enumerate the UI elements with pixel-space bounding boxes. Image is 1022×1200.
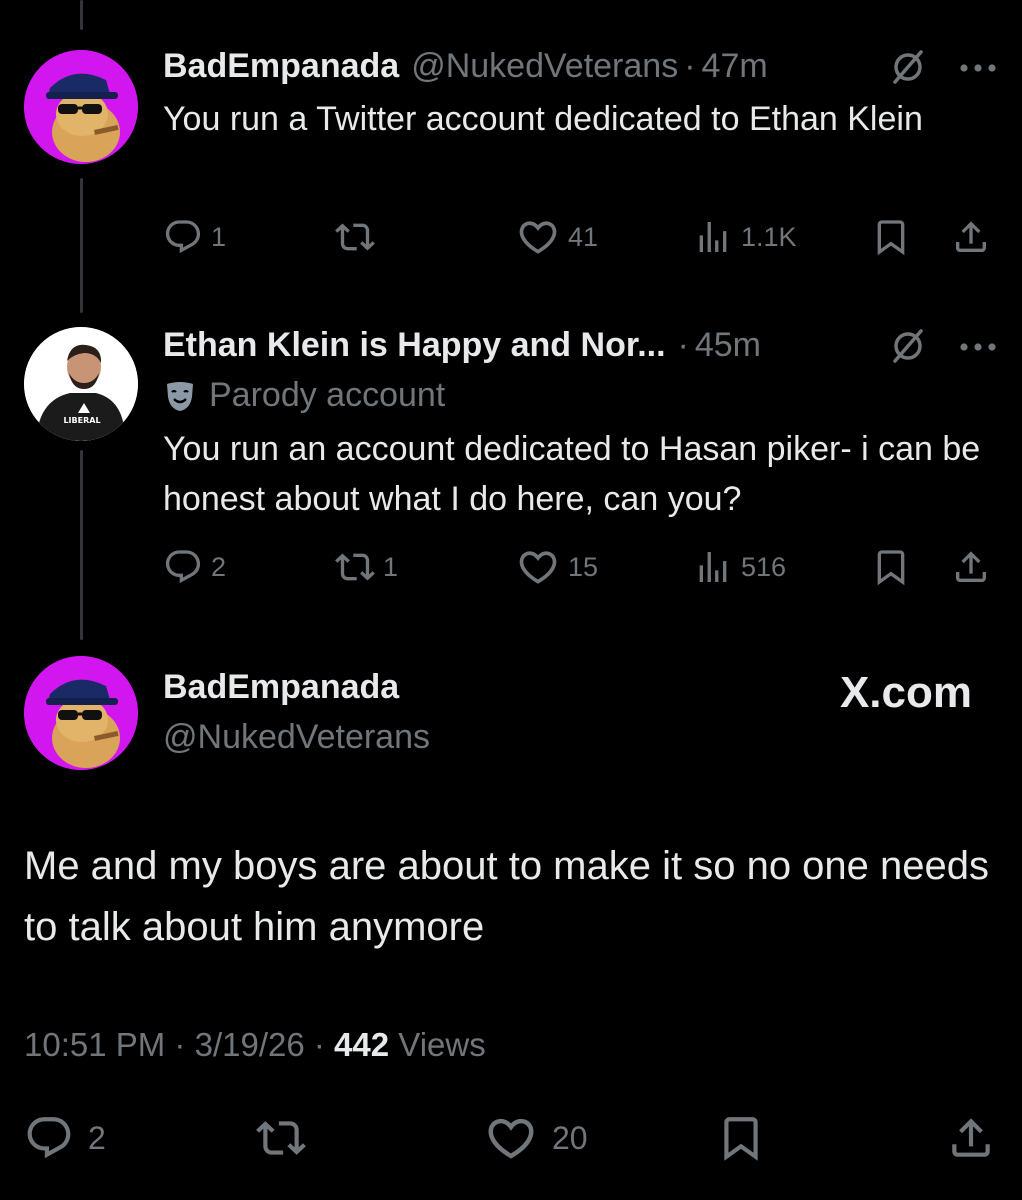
reply-count: 1	[211, 221, 227, 252]
like-count: 41	[568, 221, 599, 252]
avatar[interactable]	[24, 50, 138, 164]
author-handle[interactable]: @NukedVeterans	[411, 47, 678, 86]
reply-button[interactable]: 2	[24, 1112, 106, 1164]
tweet-text: You run an account dedicated to Hasan pi…	[163, 430, 981, 518]
retweet-icon	[335, 553, 375, 581]
reply-count: 2	[88, 1119, 106, 1156]
tweet-actions: 2 20	[24, 1112, 999, 1164]
like-count: 20	[552, 1119, 588, 1156]
post-date[interactable]: 3/19/26	[195, 1026, 305, 1063]
share-button[interactable]	[951, 545, 991, 589]
reply-icon	[27, 1117, 71, 1159]
avatar[interactable]: LIBERAL	[24, 327, 138, 441]
share-button[interactable]	[946, 1112, 996, 1164]
views-count: 1.1K	[741, 221, 797, 252]
heart-icon	[519, 551, 557, 584]
views-icon	[699, 552, 727, 582]
tweet-actions: 2 1 15 516	[163, 545, 993, 589]
bookmark-icon	[877, 220, 905, 256]
reply-count: 2	[211, 551, 227, 582]
bookmark-icon	[724, 1117, 758, 1161]
separator-dot: ·	[677, 326, 689, 364]
timestamp[interactable]: 45m	[695, 326, 761, 365]
separator-dot: ·	[174, 1026, 186, 1063]
grok-icon[interactable]	[888, 47, 928, 92]
share-button[interactable]	[951, 215, 991, 259]
tweet-header-icons	[888, 47, 998, 92]
share-icon	[952, 1118, 990, 1157]
views-icon	[699, 222, 727, 252]
timestamp[interactable]: 47m	[702, 47, 768, 86]
like-count: 15	[568, 551, 599, 582]
post-time[interactable]: 10:51 PM	[24, 1026, 165, 1063]
tweet-text: Me and my boys are about to make it so n…	[24, 844, 990, 949]
like-button[interactable]: 41	[516, 215, 598, 259]
thread-line-1	[80, 178, 83, 313]
tweet-text: You run a Twitter account dedicated to E…	[163, 100, 923, 138]
retweet-count: 1	[383, 551, 399, 582]
share-icon	[956, 551, 986, 582]
more-options-icon[interactable]	[958, 340, 998, 358]
thread-line-top	[80, 0, 83, 30]
reply-icon	[165, 550, 201, 584]
views-count: 516	[741, 551, 787, 582]
separator-dot: ·	[684, 47, 696, 85]
heart-icon	[519, 221, 557, 254]
theater-mask-icon	[167, 381, 193, 411]
parody-label: Parody account	[163, 376, 445, 415]
heart-icon	[488, 1118, 534, 1159]
author-name[interactable]: Ethan Klein is Happy and Nor...	[163, 326, 666, 365]
tweet-header: Ethan Klein is Happy and Nor... · 45m	[163, 326, 761, 365]
tweet-header: BadEmpanada @NukedVeterans · 47m	[163, 47, 768, 86]
more-options-icon[interactable]	[958, 61, 998, 79]
retweet-button[interactable]	[335, 215, 383, 259]
grok-icon[interactable]	[888, 326, 928, 371]
author-name[interactable]: BadEmpanada	[163, 668, 399, 707]
tweet-header-icons	[888, 326, 998, 371]
author-handle[interactable]: @NukedVeterans	[163, 718, 430, 757]
separator-dot: ·	[313, 1026, 325, 1063]
tweet-actions: 1 41 1.1K	[163, 215, 993, 259]
retweet-button[interactable]: 1	[335, 545, 398, 589]
bookmark-button[interactable]	[871, 545, 911, 589]
x-logo: X.com	[839, 668, 972, 717]
author-name[interactable]: BadEmpanada	[163, 47, 399, 86]
bookmark-button[interactable]	[871, 215, 911, 259]
tweet-meta: 10:51 PM · 3/19/26 · 442 Views	[24, 1026, 486, 1064]
thread-line-2	[80, 450, 83, 640]
shirt-logo: LIBERAL	[63, 416, 100, 425]
views-label: Views	[398, 1026, 486, 1063]
reply-button[interactable]: 2	[163, 545, 226, 589]
retweet-button[interactable]	[256, 1112, 306, 1164]
reply-button[interactable]: 1	[163, 215, 226, 259]
share-icon	[956, 221, 986, 252]
bookmark-button[interactable]	[716, 1112, 766, 1164]
retweet-icon	[335, 223, 375, 251]
views-button[interactable]: 1.1K	[693, 215, 797, 259]
bookmark-icon	[877, 550, 905, 586]
retweet-icon	[256, 1121, 306, 1155]
parody-account-text: Parody account	[209, 376, 446, 414]
like-button[interactable]: 15	[516, 545, 598, 589]
views-button[interactable]: 516	[693, 545, 786, 589]
reply-icon	[165, 220, 201, 254]
avatar[interactable]	[24, 656, 138, 770]
like-button[interactable]: 20	[484, 1112, 588, 1164]
views-count: 442	[334, 1026, 390, 1063]
